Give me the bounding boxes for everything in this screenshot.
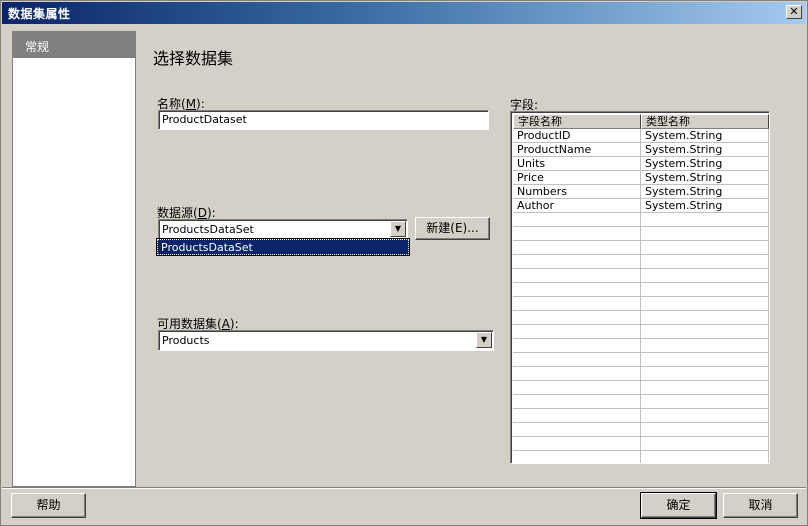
table-row[interactable] [513,451,769,463]
type-name-cell[interactable] [641,367,769,381]
table-row[interactable]: ProductID System.String [513,129,769,143]
field-name-cell[interactable] [513,451,641,463]
table-row[interactable] [513,269,769,283]
fields-grid-body: ProductID System.String ProductName System.… [513,129,769,463]
table-row[interactable] [513,353,769,367]
available-datasets-value: Products [162,334,210,347]
dataset-properties-dialog: 数据集属性 ✕ 常规 选择数据集 名称(M): ProductDataset 数… [0,0,808,526]
field-name-cell[interactable]: Price [513,171,641,185]
field-name-cell[interactable] [513,353,641,367]
type-name-cell[interactable] [641,297,769,311]
table-row[interactable] [513,395,769,409]
table-row[interactable] [513,437,769,451]
datasource-dropdown-item[interactable]: ProductsDataSet [156,238,410,256]
type-name-cell[interactable] [641,423,769,437]
type-name-cell[interactable] [641,241,769,255]
type-name-cell[interactable] [641,227,769,241]
title-bar[interactable]: 数据集属性 ✕ [2,2,806,24]
footer-divider [2,487,806,489]
type-name-cell[interactable] [641,353,769,367]
type-name-cell[interactable] [641,283,769,297]
datasource-select[interactable]: ProductsDataSet ▼ [158,219,408,239]
field-name-cell[interactable] [513,423,641,437]
field-name-cell[interactable] [513,395,641,409]
field-name-cell[interactable] [513,409,641,423]
available-datasets-select[interactable]: Products ▼ [158,330,494,351]
new-datasource-button[interactable]: 新建(E)... [415,217,490,240]
field-name-cell[interactable] [513,213,641,227]
type-name-cell[interactable] [641,409,769,423]
column-header-field-name[interactable]: 字段名称 [513,114,641,129]
type-name-cell[interactable] [641,381,769,395]
cancel-button[interactable]: 取消 [723,493,798,518]
table-row[interactable]: ProductName System.String [513,143,769,157]
type-name-cell[interactable]: System.String [641,185,769,199]
table-row[interactable] [513,381,769,395]
field-name-cell[interactable]: Numbers [513,185,641,199]
type-name-cell[interactable]: System.String [641,143,769,157]
field-name-cell[interactable] [513,297,641,311]
chevron-down-icon[interactable]: ▼ [390,221,406,237]
table-row[interactable] [513,409,769,423]
ok-button[interactable]: 确定 [640,492,717,519]
field-name-cell[interactable] [513,367,641,381]
column-header-type-name[interactable]: 类型名称 [641,114,769,129]
field-name-cell[interactable]: ProductName [513,143,641,157]
type-name-cell[interactable] [641,395,769,409]
table-row[interactable] [513,227,769,241]
table-row[interactable]: Author System.String [513,199,769,213]
table-row[interactable] [513,213,769,227]
table-row[interactable] [513,339,769,353]
left-nav-panel: 常规 [12,31,136,487]
field-name-cell[interactable]: ProductID [513,129,641,143]
fields-grid[interactable]: 字段名称 类型名称 ProductID System.String ProductN… [510,111,770,464]
section-title: 选择数据集 [153,49,234,68]
field-name-cell[interactable] [513,311,641,325]
field-name-cell[interactable] [513,269,641,283]
table-row[interactable]: Units System.String [513,157,769,171]
type-name-cell[interactable] [641,213,769,227]
field-name-cell[interactable]: Author [513,199,641,213]
close-button[interactable]: ✕ [786,5,802,19]
field-name-cell[interactable] [513,437,641,451]
table-row[interactable] [513,423,769,437]
type-name-cell[interactable]: System.String [641,157,769,171]
table-row[interactable] [513,255,769,269]
type-name-cell[interactable] [641,339,769,353]
table-row[interactable] [513,325,769,339]
table-row[interactable] [513,311,769,325]
type-name-cell[interactable] [641,269,769,283]
type-name-cell[interactable]: System.String [641,199,769,213]
table-row[interactable]: Numbers System.String [513,185,769,199]
field-name-cell[interactable] [513,283,641,297]
table-row[interactable] [513,367,769,381]
field-name-cell[interactable] [513,227,641,241]
field-name-cell[interactable] [513,325,641,339]
table-row[interactable] [513,283,769,297]
chevron-down-icon[interactable]: ▼ [476,332,492,348]
type-name-cell[interactable] [641,325,769,339]
help-button[interactable]: 帮助 [11,493,86,518]
type-name-cell[interactable] [641,255,769,269]
field-name-cell[interactable]: Units [513,157,641,171]
type-name-cell[interactable] [641,451,769,463]
type-name-cell[interactable] [641,311,769,325]
window-title: 数据集属性 [8,7,71,21]
fields-grid-header: 字段名称 类型名称 [513,114,769,129]
type-name-cell[interactable] [641,437,769,451]
table-row[interactable]: Price System.String [513,171,769,185]
datasource-select-value: ProductsDataSet [162,223,254,236]
nav-item-general[interactable]: 常规 [13,32,135,58]
table-row[interactable] [513,241,769,255]
name-input[interactable]: ProductDataset [158,110,489,130]
field-name-cell[interactable] [513,381,641,395]
type-name-cell[interactable]: System.String [641,129,769,143]
field-name-cell[interactable] [513,339,641,353]
field-name-cell[interactable] [513,241,641,255]
close-icon: ✕ [789,5,799,18]
field-name-cell[interactable] [513,255,641,269]
table-row[interactable] [513,297,769,311]
type-name-cell[interactable]: System.String [641,171,769,185]
nav-item-label: 常规 [25,40,50,54]
